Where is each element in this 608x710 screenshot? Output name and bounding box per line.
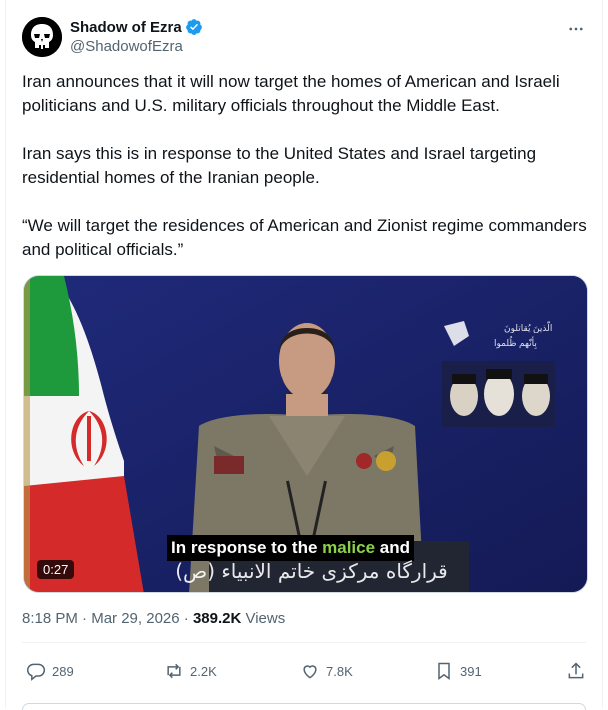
tweet-time[interactable]: 8:18 PM: [22, 610, 78, 627]
handle[interactable]: @ShadowofEzra: [70, 38, 183, 55]
display-name[interactable]: Shadow of Ezra: [70, 19, 182, 36]
meta-separator: ·: [77, 610, 92, 627]
subtitle-text: and: [375, 538, 411, 557]
verified-badge-icon: [185, 19, 202, 35]
divider: [22, 642, 586, 643]
tweet-header: Shadow of Ezra @ShadowofEzra: [22, 17, 586, 61]
reply-button[interactable]: 289: [26, 656, 74, 686]
bookmark-icon: [438, 662, 450, 680]
reply-icon: [26, 663, 46, 681]
skull-avatar-icon: [22, 17, 62, 57]
share-icon: [568, 662, 584, 679]
views-label: Views: [241, 610, 286, 627]
tweet-paragraph: Iran announces that it will now target t…: [22, 72, 560, 115]
video-subtitle-english: In response to the malice and: [167, 535, 415, 561]
tweet-paragraph: Iran says this is in response to the Uni…: [22, 144, 537, 187]
action-bar: 289 2.2K 7.8K 391: [22, 656, 586, 686]
tweet-meta: 8:18 PM · Mar 29, 2026 · 389.2K Views: [22, 610, 285, 627]
video-player[interactable]: الّذینَ یُقاتلونَ بِأنّهم ظُلموا 0:27 In…: [23, 275, 588, 593]
more-options-icon[interactable]: [566, 19, 586, 39]
meta-separator: ·: [179, 610, 193, 627]
bookmark-button[interactable]: 391: [434, 656, 482, 686]
share-button[interactable]: [566, 656, 586, 686]
repost-button[interactable]: 2.2K: [164, 656, 217, 686]
heart-icon: [303, 665, 317, 679]
tweet-paragraph: “We will target the residences of Americ…: [22, 216, 587, 259]
video-subtitle-persian: قرارگاه مرکزی خاتم الانبیاء (ص): [175, 559, 448, 583]
like-button[interactable]: 7.8K: [300, 656, 353, 686]
repost-count: 2.2K: [190, 663, 217, 679]
repost-icon: [167, 663, 181, 679]
bookmark-count: 391: [460, 663, 482, 679]
video-duration-badge: 0:27: [37, 560, 75, 579]
tweet-card: Shadow of Ezra @ShadowofEzra Iran announ…: [5, 0, 603, 710]
reply-count: 289: [52, 663, 74, 679]
tweet-text: Iran announces that it will now target t…: [22, 70, 588, 286]
svg-text:بِأنّهم ظُلموا: بِأنّهم ظُلموا: [494, 336, 537, 350]
tweet-date[interactable]: Mar 29, 2026: [91, 610, 179, 627]
subtitle-text: In response to the: [171, 538, 323, 557]
like-count: 7.8K: [326, 663, 353, 679]
avatar[interactable]: [22, 17, 62, 57]
views-count: 389.2K: [192, 610, 242, 627]
svg-text:الّذینَ یُقاتلونَ: الّذینَ یُقاتلونَ: [504, 321, 552, 333]
subtitle-highlight: malice: [322, 538, 376, 557]
